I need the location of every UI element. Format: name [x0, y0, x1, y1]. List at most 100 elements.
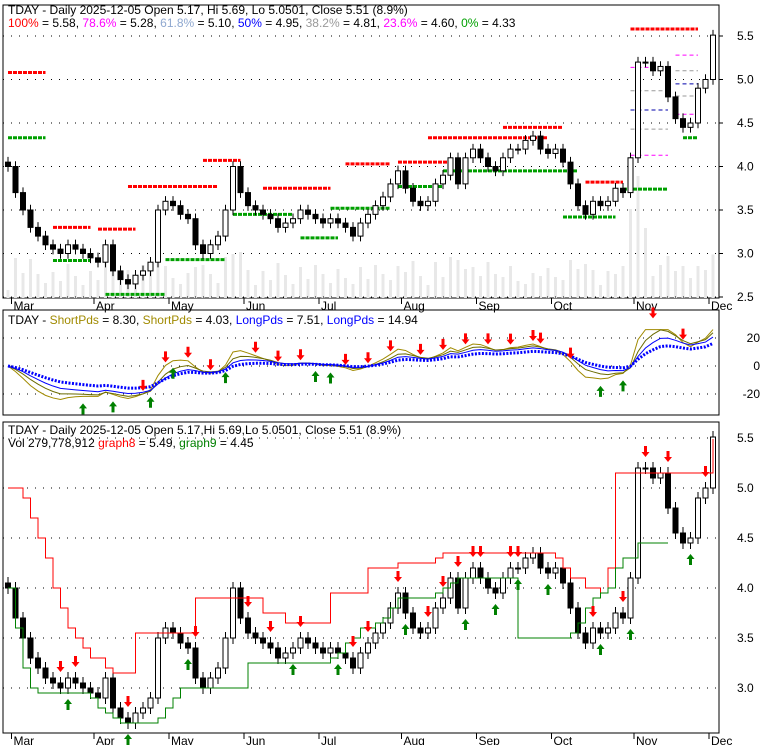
candle-p3: [42, 667, 49, 679]
buy-arrow-icon: [544, 584, 552, 595]
candle-p3: [657, 472, 664, 479]
sell-arrow-icon: [266, 621, 275, 632]
candle: [417, 200, 424, 207]
sell-arrow-icon: [364, 352, 372, 364]
fib-value: = 5.28,: [116, 16, 160, 30]
osc-legend: TDAY - ShortPds = 8.30, ShortPds = 4.03,…: [8, 313, 418, 327]
candle-p3: [312, 642, 319, 649]
volume-bar: [419, 276, 422, 298]
sell-arrow-icon: [394, 571, 402, 582]
candle-p3: [492, 587, 499, 594]
sell-arrow-icon: [296, 616, 305, 627]
candle-p3: [680, 532, 686, 544]
volume-bar: [426, 285, 430, 298]
candle-p3: [57, 682, 64, 689]
buy-arrow-icon: [326, 372, 335, 384]
candle: [657, 65, 664, 72]
candle-p3: [50, 677, 56, 684]
candle: [357, 222, 364, 237]
candle: [680, 118, 686, 128]
month-label: Jul: [321, 734, 336, 745]
candle: [192, 218, 199, 246]
candle-p3: [305, 637, 311, 644]
candle-p3: [192, 647, 199, 679]
candle: [177, 205, 184, 215]
candle: [117, 270, 124, 281]
buy-arrow-icon: [289, 664, 297, 675]
candle-p3: [155, 637, 161, 699]
volume-bar: [666, 256, 670, 298]
volume-bar: [681, 266, 685, 298]
volume-bar: [479, 276, 482, 298]
candle-p3: [357, 652, 364, 669]
candle: [642, 61, 649, 64]
buy-arrow-icon: [109, 401, 117, 413]
sell-arrow-icon: [364, 621, 372, 632]
candle: [380, 196, 386, 207]
buy-arrow-icon: [124, 734, 132, 745]
volume-bar: [299, 267, 302, 298]
candle: [440, 174, 446, 185]
volume-bar: [539, 276, 542, 298]
candle-p3: [485, 577, 491, 589]
price-axis-label: 4.5: [737, 116, 754, 130]
buy-arrow-icon: [596, 385, 605, 397]
candle-p3: [567, 582, 574, 609]
month-label: Sep: [479, 299, 501, 313]
volume-bar: [404, 272, 407, 298]
sell-arrow-icon: [619, 591, 627, 602]
buy-arrow-icon: [461, 619, 470, 630]
candle: [342, 222, 349, 228]
candle-p3: [125, 717, 131, 724]
candle: [500, 157, 506, 172]
buy-arrow-icon: [221, 372, 230, 384]
candle: [267, 213, 274, 220]
volume-bar: [29, 259, 32, 298]
volume-bar: [704, 270, 707, 298]
month-label: Apr: [96, 734, 115, 745]
candle: [20, 192, 26, 211]
volume-bar: [321, 274, 325, 298]
month-label: Jul: [321, 299, 336, 313]
volume-bar: [231, 254, 235, 298]
candle-p3: [207, 677, 214, 689]
candle-p3: [335, 647, 341, 654]
candle-p3: [177, 632, 184, 644]
month-label: Jun: [246, 299, 265, 313]
candle: [582, 205, 589, 215]
candle: [215, 235, 221, 246]
month-label: Oct: [554, 734, 573, 745]
candle: [155, 209, 161, 263]
volume-bar: [584, 264, 587, 298]
month-label: Dec: [711, 299, 732, 313]
candle: [245, 192, 251, 207]
candle-p3: [515, 567, 521, 570]
candle-p3: [590, 627, 596, 644]
month-label: Aug: [404, 734, 425, 745]
candle-p3: [230, 587, 236, 639]
candle: [230, 166, 236, 211]
price-axis-label: 5.0: [737, 481, 754, 495]
candle-p3: [597, 627, 604, 634]
fib-value: = 5.10,: [194, 16, 238, 30]
candle-p3: [72, 677, 79, 684]
sell-arrow-icon: [251, 341, 260, 353]
candle: [50, 244, 56, 250]
candle-p3: [425, 627, 431, 634]
volume-bar: [606, 271, 610, 298]
sell-arrow-icon: [206, 359, 215, 371]
candle-p3: [402, 592, 409, 614]
candle: [672, 96, 679, 120]
candle-p3: [35, 657, 41, 669]
month-label: May: [171, 299, 194, 313]
candle-p3: [140, 707, 146, 714]
volume-bar: [464, 269, 467, 298]
buy-arrow-icon: [686, 554, 695, 565]
candle-p3: [500, 577, 506, 594]
fib-value: = 4.81,: [340, 16, 384, 30]
candle: [42, 235, 49, 246]
oscillator-line-3: [7, 336, 714, 395]
candle: [27, 209, 34, 228]
sell-arrow-icon: [506, 546, 515, 557]
sell-arrow-icon: [679, 328, 687, 340]
